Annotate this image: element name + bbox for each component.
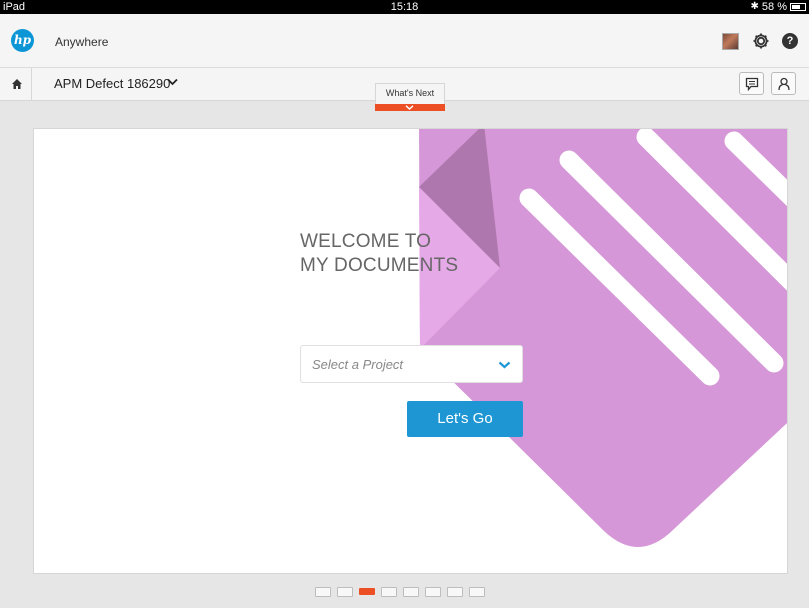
project-select[interactable]: Select a Project (300, 345, 523, 383)
chat-icon (745, 77, 759, 91)
defect-title[interactable]: APM Defect 186290 (54, 76, 170, 91)
status-right: ✱ 58 % (751, 0, 806, 14)
lets-go-button[interactable]: Let's Go (407, 401, 523, 437)
whats-next-toggle[interactable] (375, 104, 445, 111)
chevron-down-icon (405, 105, 414, 110)
user-icon (778, 77, 790, 91)
welcome-line-1: WELCOME TO (300, 231, 432, 252)
welcome-heading: WELCOME TO MY DOCUMENTS (300, 230, 458, 278)
user-button[interactable] (771, 72, 796, 95)
home-icon (12, 79, 22, 89)
app-header: hp Anywhere ? (0, 14, 809, 68)
comments-button[interactable] (739, 72, 764, 95)
hp-logo[interactable]: hp (11, 29, 34, 52)
gear-icon[interactable] (751, 31, 771, 51)
project-select-placeholder: Select a Project (312, 357, 404, 372)
app-title: Anywhere (55, 35, 109, 49)
page-dot[interactable] (381, 587, 397, 597)
battery-percent: 58 % (761, 1, 787, 13)
status-bar: iPad 15:18 ✱ 58 % (0, 0, 809, 14)
chevron-down-icon (498, 361, 511, 369)
whats-next-label: What's Next (385, 88, 435, 98)
page-dot[interactable] (337, 587, 353, 597)
help-icon[interactable]: ? (782, 33, 798, 49)
page-dot[interactable] (469, 587, 485, 597)
page-dot[interactable] (403, 587, 419, 597)
page-dot[interactable] (359, 588, 375, 595)
welcome-card: WELCOME TO MY DOCUMENTS Select a Project… (33, 128, 788, 574)
welcome-line-2: MY DOCUMENTS (300, 255, 459, 276)
bluetooth-icon: ✱ (750, 1, 759, 12)
page-indicator (315, 587, 485, 597)
chevron-down-icon[interactable] (167, 78, 178, 86)
page-dot[interactable] (425, 587, 441, 597)
battery-icon (790, 3, 806, 11)
clock: 15:18 (390, 1, 419, 13)
avatar[interactable] (722, 33, 739, 50)
page-dot[interactable] (315, 587, 331, 597)
page-dot[interactable] (447, 587, 463, 597)
home-button[interactable] (0, 68, 32, 101)
whats-next-tab[interactable]: What's Next (375, 83, 445, 111)
